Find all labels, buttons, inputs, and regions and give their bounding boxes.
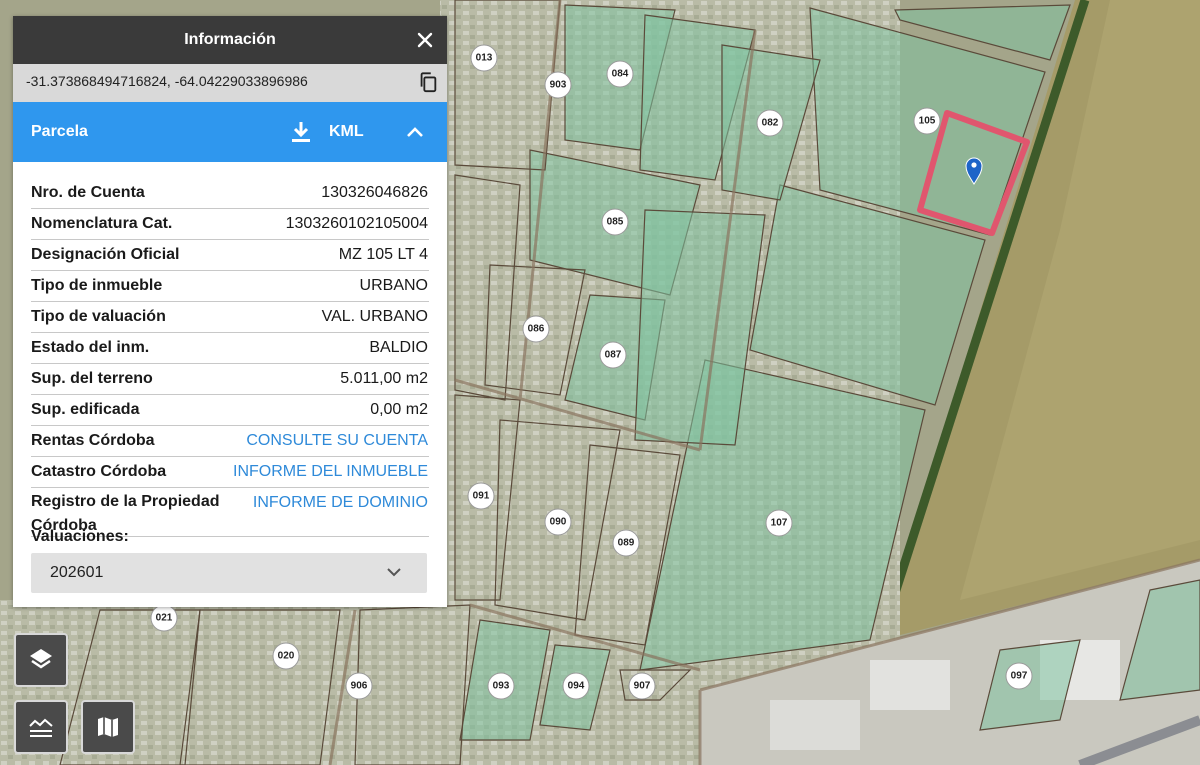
detail-label: Sup. del terreno [31,370,153,387]
svg-text:907: 907 [634,681,651,692]
detail-row: Nomenclatura Cat. 1303260102105004 [31,209,429,240]
block-label: 021 [150,604,178,632]
detail-label: Designación Oficial [31,246,180,263]
detail-row: Estado del inm. BALDIO [31,333,429,364]
info-panel: Información -31.373868494716824, -64.042… [13,16,447,607]
block-label: 085 [601,208,629,236]
panel-header: Información [13,16,447,64]
svg-text:903: 903 [550,80,567,91]
panel-title: Información [184,31,276,48]
terrain-button[interactable] [14,700,68,754]
detail-label: Catastro Córdoba [31,463,167,480]
block-label: 086 [522,315,550,343]
block-label: 907 [628,672,656,700]
block-label: 084 [606,60,634,88]
block-label: 091 [467,482,495,510]
block-label: 090 [544,508,572,536]
detail-label: Tipo de inmueble [31,277,163,294]
parcel-details-list: Nro. de Cuenta 130326046826 Nomenclatura… [31,178,429,537]
valuations-label: Valuaciones: [31,528,129,545]
block-label: 013 [470,44,498,72]
copy-icon[interactable] [417,71,439,93]
detail-value: MZ 105 LT 4 [338,246,428,263]
map-icon [98,717,118,737]
svg-text:107: 107 [771,518,788,529]
block-label: 097 [1005,662,1033,690]
detail-label: Nomenclatura Cat. [31,215,173,232]
detail-label: Tipo de valuación [31,308,166,325]
detail-value: 130326046826 [321,184,428,201]
detail-label: Nro. de Cuenta [31,184,145,201]
detail-value: URBANO [359,277,428,294]
detail-label: Rentas Córdoba [31,432,155,449]
block-label: 105 [913,107,941,135]
block-label: 089 [612,529,640,557]
detail-row: Designación Oficial MZ 105 LT 4 [31,240,429,271]
detail-row: Tipo de valuación VAL. URBANO [31,302,429,333]
detail-value: VAL. URBANO [321,308,428,325]
block-label: 093 [487,672,515,700]
layers-button[interactable] [14,633,68,687]
svg-text:091: 091 [473,491,490,502]
svg-text:020: 020 [278,651,295,662]
svg-text:090: 090 [550,517,567,528]
chevron-up-icon[interactable] [405,122,425,142]
coordinates-text: -31.373868494716824, -64.04229033896986 [26,73,308,89]
block-label: 906 [345,672,373,700]
svg-text:082: 082 [762,118,779,129]
svg-text:097: 097 [1011,671,1028,682]
valuations-select[interactable]: 202601 [31,553,427,593]
detail-row: Tipo de inmueble URBANO [31,271,429,302]
block-label: 082 [756,109,784,137]
close-icon[interactable] [413,28,437,52]
block-label: 094 [562,672,590,700]
section-title: Parcela [31,123,88,140]
detail-label: Estado del inm. [31,339,150,356]
svg-text:086: 086 [528,324,545,335]
valuations-selected-value: 202601 [50,564,104,581]
detail-label-line: Registro de la Propiedad [31,493,220,510]
kml-download-button[interactable]: KML [329,102,364,162]
block-label: 087 [599,341,627,369]
block-label: 020 [272,642,300,670]
svg-text:105: 105 [919,116,936,127]
svg-text:906: 906 [351,681,368,692]
download-icon[interactable] [290,120,312,144]
svg-text:013: 013 [476,53,493,64]
coordinates-bar: -31.373868494716824, -64.04229033896986 [13,64,447,102]
svg-text:089: 089 [618,538,635,549]
svg-text:094: 094 [568,681,585,692]
detail-row: Sup. edificada 0,00 m2 [31,395,429,426]
chevron-down-icon [387,568,401,577]
detail-row: Catastro Córdoba INFORME DEL INMUEBLE [31,457,429,488]
detail-value: 5.011,00 m2 [340,370,428,387]
parcel-section-header[interactable]: Parcela KML [13,102,447,162]
detail-value: 1303260102105004 [285,215,428,232]
svg-text:087: 087 [605,350,622,361]
svg-text:021: 021 [156,613,173,624]
detail-value: 0,00 m2 [370,401,428,418]
svg-text:093: 093 [493,681,510,692]
block-label: 903 [544,71,572,99]
svg-text:084: 084 [612,69,629,80]
detail-value: BALDIO [369,339,428,356]
layers-icon [30,649,52,669]
svg-text:085: 085 [607,217,624,228]
block-label: 107 [765,509,793,537]
detail-row: Rentas Córdoba CONSULTE SU CUENTA [31,426,429,457]
rentas-link[interactable]: CONSULTE SU CUENTA [246,426,428,456]
detail-row: Sup. del terreno 5.011,00 m2 [31,364,429,395]
catastro-link[interactable]: INFORME DEL INMUEBLE [233,457,428,487]
detail-label: Sup. edificada [31,401,140,418]
registro-link[interactable]: INFORME DE DOMINIO [253,488,428,518]
detail-row: Nro. de Cuenta 130326046826 [31,178,429,209]
terrain-icon [29,718,53,737]
map-view-button[interactable] [81,700,135,754]
